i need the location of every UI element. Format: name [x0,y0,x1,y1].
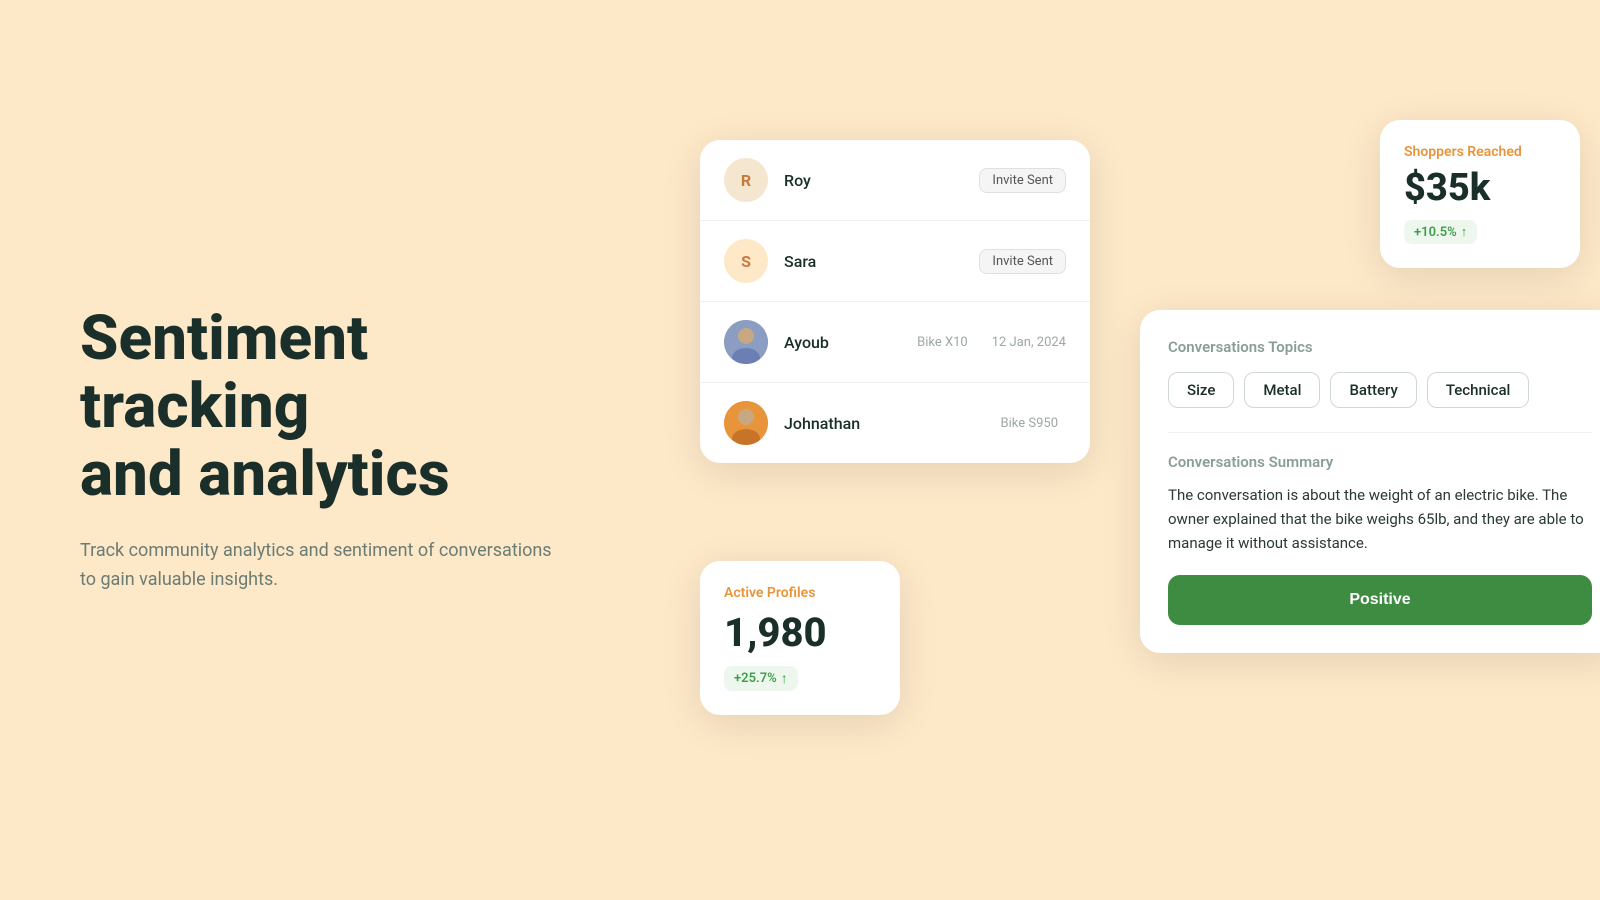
avatar: R [724,158,768,202]
topic-chip-battery: Battery [1330,372,1416,408]
divider [1168,432,1592,433]
avatar: S [724,239,768,283]
sentiment-button[interactable]: Positive [1168,575,1592,625]
user-meta: Bike S950 [1001,416,1058,431]
left-section: Sentiment tracking and analytics Track c… [0,305,680,595]
topics-section-title: Conversations Topics [1168,338,1592,356]
arrow-up-icon: ↑ [1461,224,1468,240]
arrow-up-icon: ↑ [781,670,788,687]
user-name: Sara [784,252,963,271]
user-list-card: R Roy Invite Sent S Sara Invite Sent Ayo… [700,140,1090,463]
avatar [724,401,768,445]
shoppers-reached-card: Shoppers Reached $35k +10.5% ↑ [1380,120,1580,268]
topic-chip-technical: Technical [1427,372,1530,408]
invite-badge: Invite Sent [979,249,1066,274]
avatar [724,320,768,364]
active-profiles-title: Active Profiles [724,585,876,601]
user-name: Roy [784,171,963,190]
active-profiles-count: 1,980 [724,609,876,656]
shoppers-growth: +10.5% ↑ [1404,220,1477,244]
table-row: S Sara Invite Sent [700,221,1090,302]
active-profiles-card: Active Profiles 1,980 +25.7% ↑ [700,561,900,715]
table-row: R Roy Invite Sent [700,140,1090,221]
conversation-card: Conversations Topics Size Metal Battery … [1140,310,1600,653]
sub-text: Track community analytics and sentiment … [80,537,560,595]
shoppers-amount: $35k [1404,166,1556,210]
summary-text: The conversation is about the weight of … [1168,483,1592,555]
topic-chip-metal: Metal [1244,372,1320,408]
shoppers-title: Shoppers Reached [1404,144,1556,160]
user-name: Ayoub [784,333,901,352]
topics-row: Size Metal Battery Technical [1168,372,1592,408]
user-name: Johnathan [784,414,985,433]
user-meta: Bike X10 [917,335,968,350]
main-heading: Sentiment tracking and analytics [80,305,600,510]
active-profiles-growth: +25.7% ↑ [724,666,798,691]
table-row: Ayoub Bike X10 12 Jan, 2024 [700,302,1090,383]
table-row: Johnathan Bike S950 [700,383,1090,463]
right-section: R Roy Invite Sent S Sara Invite Sent Ayo… [680,0,1600,900]
invite-badge: Invite Sent [979,168,1066,193]
topic-chip-size: Size [1168,372,1234,408]
date-text: 12 Jan, 2024 [992,335,1066,350]
summary-section-title: Conversations Summary [1168,453,1592,471]
